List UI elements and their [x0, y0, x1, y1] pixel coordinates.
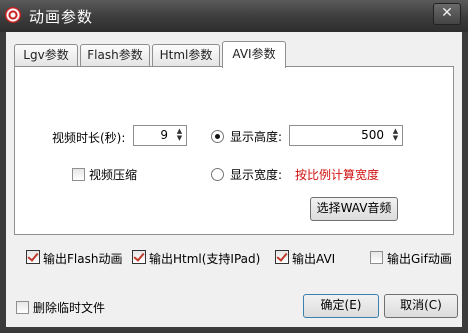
show-height-label: 显示高度:: [230, 130, 283, 144]
duration-value: 9: [160, 128, 168, 142]
delete-temp-checkbox[interactable]: [16, 301, 29, 314]
output-flash-label: 输出Flash动画: [43, 252, 123, 266]
duration-spinner[interactable]: 9 ▲ ▼: [133, 125, 187, 146]
output-html-checkbox[interactable]: [132, 250, 146, 264]
duration-label: 视频时长(秒):: [52, 131, 126, 145]
avi-settings-panel: 视频时长(秒): 9 ▲ ▼ 视频压缩 显示高度: 500 ▲ ▼ 显示宽度: 按比…: [14, 66, 454, 235]
show-width-radio[interactable]: [211, 168, 224, 181]
ok-button[interactable]: 确定(E): [303, 294, 379, 318]
cancel-button[interactable]: 取消(C): [384, 294, 458, 318]
output-gif-checkbox[interactable]: [370, 251, 383, 264]
app-logo-icon: [5, 7, 21, 23]
close-button[interactable]: ✕: [433, 3, 461, 25]
height-spinner[interactable]: 500 ▲ ▼: [289, 125, 403, 146]
dialog-body: Lgv参数 Flash参数 Html参数 AVI参数 视频时长(秒): 9 ▲ ▼…: [6, 32, 462, 327]
output-flash-checkbox[interactable]: [26, 250, 40, 264]
select-wav-button[interactable]: 选择WAV音频: [310, 197, 398, 221]
output-avi-checkbox[interactable]: [275, 250, 289, 264]
video-compress-checkbox[interactable]: [72, 168, 85, 181]
output-avi-label: 输出AVI: [292, 252, 336, 266]
tab-html[interactable]: Html参数: [152, 44, 220, 67]
spinner-arrows-icon[interactable]: ▲ ▼: [391, 128, 400, 143]
dialog-window: 动画参数 ✕ Lgv参数 Flash参数 Html参数 AVI参数 视频时长(秒…: [0, 0, 468, 333]
video-compress-label: 视频压缩: [89, 168, 138, 182]
tab-avi[interactable]: AVI参数: [222, 41, 286, 68]
delete-temp-label: 删除临时文件: [33, 301, 106, 315]
output-gif-label: 输出Gif动画: [387, 252, 452, 266]
show-height-radio[interactable]: [211, 130, 224, 143]
spinner-arrows-icon[interactable]: ▲ ▼: [175, 128, 184, 143]
width-proportional-note: 按比例计算宽度: [295, 168, 380, 182]
tab-lgv[interactable]: Lgv参数: [14, 44, 78, 67]
output-html-label: 输出Html(支持IPad): [149, 252, 261, 266]
tab-flash[interactable]: Flash参数: [80, 44, 150, 67]
height-value: 500: [361, 128, 384, 142]
window-title: 动画参数: [29, 8, 94, 26]
title-bar[interactable]: 动画参数 ✕: [0, 0, 468, 32]
show-width-label: 显示宽度:: [230, 168, 283, 182]
